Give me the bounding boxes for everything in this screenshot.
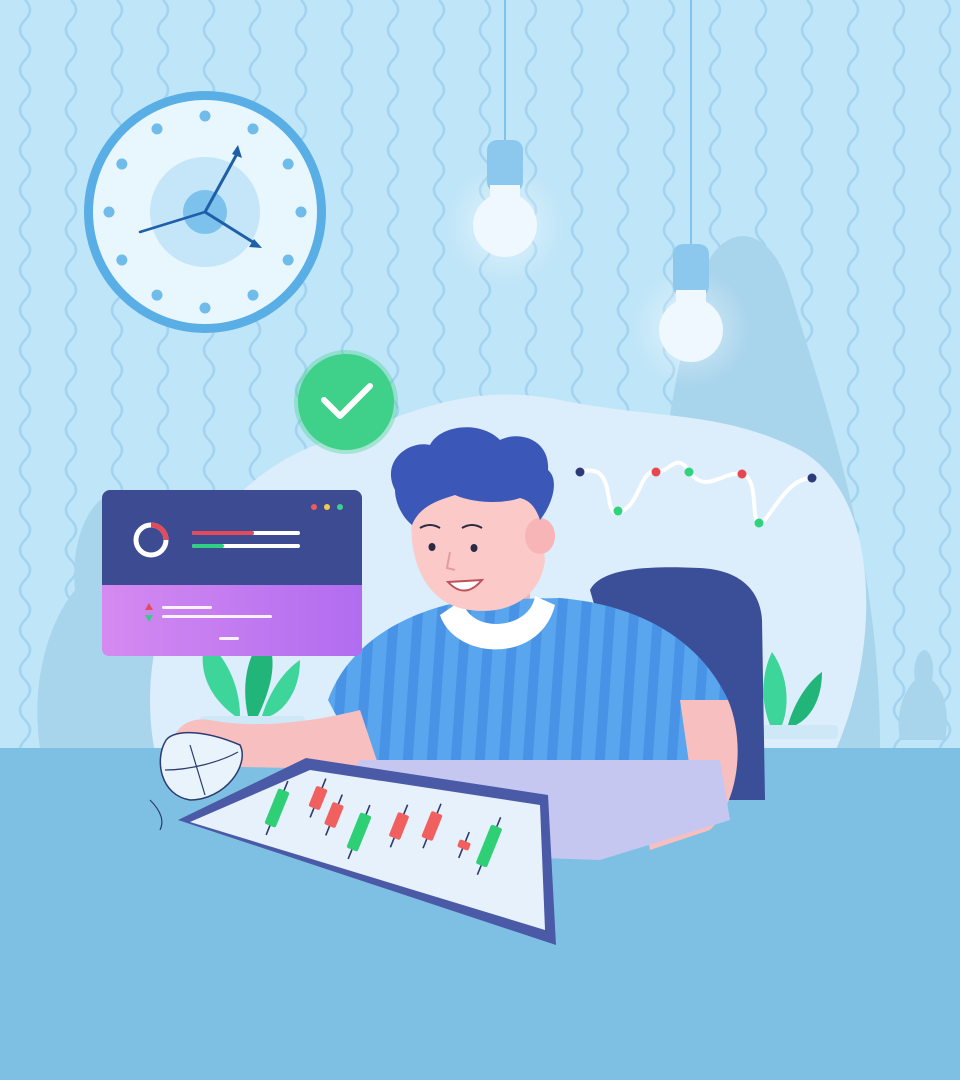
wave-point bbox=[613, 506, 623, 516]
clock-hour-mark bbox=[151, 289, 163, 301]
clock-hour-mark bbox=[199, 110, 211, 122]
clock-hour-mark bbox=[116, 158, 128, 170]
wave-point bbox=[575, 467, 585, 477]
illustration-canvas bbox=[0, 0, 960, 1080]
wave-point bbox=[737, 469, 747, 479]
wave-point bbox=[651, 467, 661, 477]
wall-clock-icon bbox=[84, 91, 326, 333]
clock-hour-mark bbox=[247, 123, 259, 135]
clock-hour-mark bbox=[282, 158, 294, 170]
stats-card bbox=[102, 490, 362, 656]
clock-hour-mark bbox=[295, 206, 307, 218]
window-controls bbox=[311, 504, 343, 510]
clock-hour-mark bbox=[282, 254, 294, 266]
check-mark-icon bbox=[294, 350, 398, 454]
clock-hour-mark bbox=[247, 289, 259, 301]
trader-illustration bbox=[0, 0, 960, 1080]
wave-point bbox=[807, 473, 817, 483]
wave-point bbox=[684, 467, 694, 477]
clock-hour-mark bbox=[103, 206, 115, 218]
clock-hour-mark bbox=[116, 254, 128, 266]
clock-hour-mark bbox=[151, 123, 163, 135]
wave-point bbox=[754, 518, 764, 528]
clock-hour-mark bbox=[199, 302, 211, 314]
